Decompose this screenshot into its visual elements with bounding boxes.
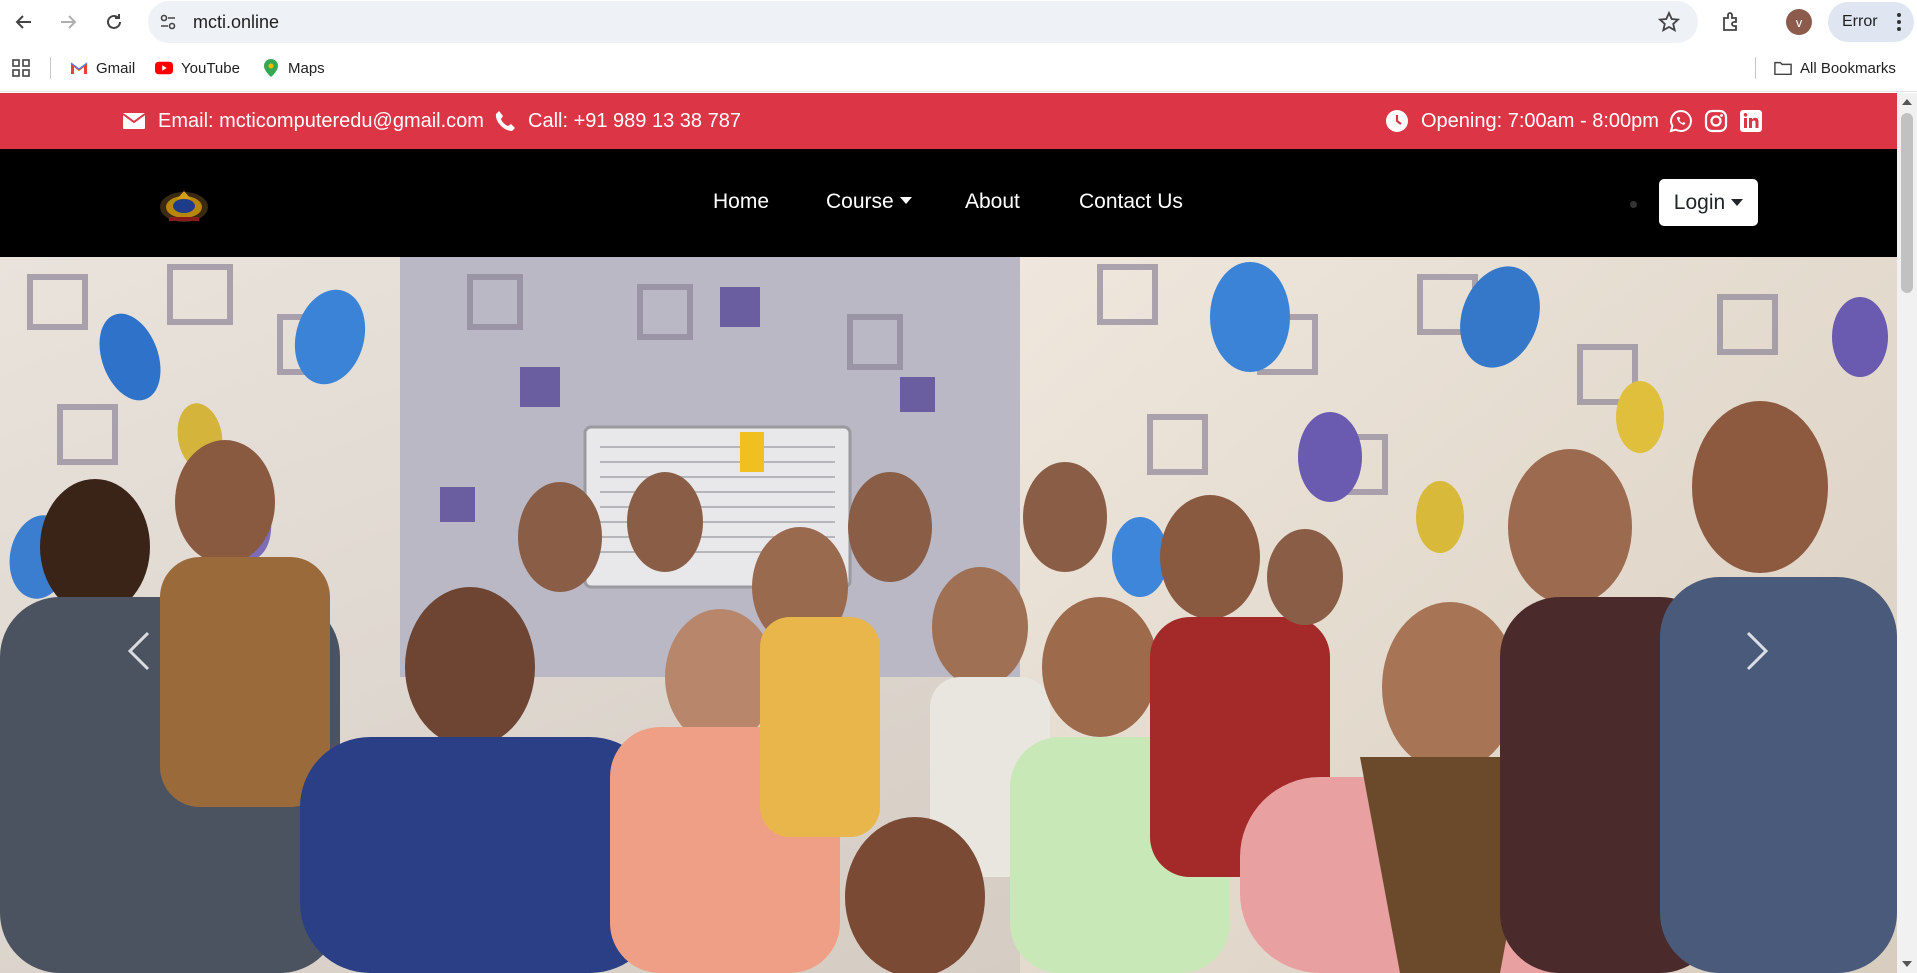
carousel-prev-button[interactable] [120,627,160,675]
carousel-next-button[interactable] [1736,627,1776,675]
hero-carousel [0,257,1897,973]
bookmark-youtube[interactable]: YouTube [155,56,240,80]
login-dropdown-button[interactable]: Login [1659,179,1758,226]
bookmarks-bar: Gmail YouTube Maps All Bookmarks [0,44,1917,92]
back-arrow-icon [15,15,31,29]
status-dot [1630,201,1637,208]
youtube-icon [155,59,173,77]
page-scrollbar[interactable] [1897,93,1917,973]
extensions-icon[interactable] [1720,10,1744,34]
forward-button[interactable] [54,8,82,36]
forward-arrow-icon [61,15,77,29]
mcti-logo[interactable] [157,185,211,225]
chevron-right-icon [1746,631,1769,671]
whatsapp-icon[interactable] [1669,109,1693,133]
clock-icon [1386,110,1408,132]
site-info-icon[interactable] [158,12,178,32]
linkedin-icon[interactable] [1739,109,1763,133]
phone-icon [495,111,515,131]
maps-icon [262,59,280,77]
main-navbar: Home Course About Contact Us Login [0,149,1897,257]
nav-course-dropdown[interactable]: Course [826,189,912,215]
url-text[interactable]: mcti.online [193,12,279,32]
contact-topbar: Email: mcticomputeredu@gmail.com Call: +… [0,93,1897,149]
address-bar[interactable]: mcti.online [148,1,1698,43]
chevron-left-icon [127,631,150,671]
envelope-icon [122,113,146,129]
scroll-down-arrow-icon[interactable] [1902,961,1912,967]
caret-down-icon [899,197,912,204]
browser-toolbar: mcti.online v Error [0,0,1917,44]
more-menu-icon [1897,13,1901,31]
reload-icon [107,14,121,29]
folder-icon [1774,59,1792,77]
nav-home[interactable]: Home [713,189,769,215]
scrollbar-thumb[interactable] [1901,113,1913,293]
bookmark-gmail[interactable]: Gmail [70,56,135,80]
scroll-up-arrow-icon[interactable] [1902,99,1912,105]
gmail-icon [70,59,88,77]
opening-hours: Opening: 7:00am - 8:00pm [1385,109,1659,133]
bookmark-maps[interactable]: Maps [262,56,325,80]
reload-button[interactable] [100,8,128,36]
profile-avatar[interactable]: v [1786,9,1812,35]
apps-grid-icon[interactable] [12,56,30,80]
error-label: Error [1842,13,1878,30]
nav-contact-us[interactable]: Contact Us [1079,189,1183,215]
all-bookmarks-button[interactable]: All Bookmarks [1774,56,1896,80]
web-page: Email: mcticomputeredu@gmail.com Call: +… [0,93,1897,973]
email-contact[interactable]: Email: mcticomputeredu@gmail.com [122,109,484,133]
nav-about[interactable]: About [965,189,1020,215]
hero-photo [0,257,1897,973]
back-button[interactable] [10,8,38,36]
phone-contact[interactable]: Call: +91 989 13 38 787 [494,109,741,133]
bookmark-star-icon[interactable] [1657,10,1681,33]
caret-down-icon [1731,199,1744,206]
browser-error-button[interactable]: Error [1828,2,1914,42]
instagram-icon[interactable] [1704,109,1728,133]
